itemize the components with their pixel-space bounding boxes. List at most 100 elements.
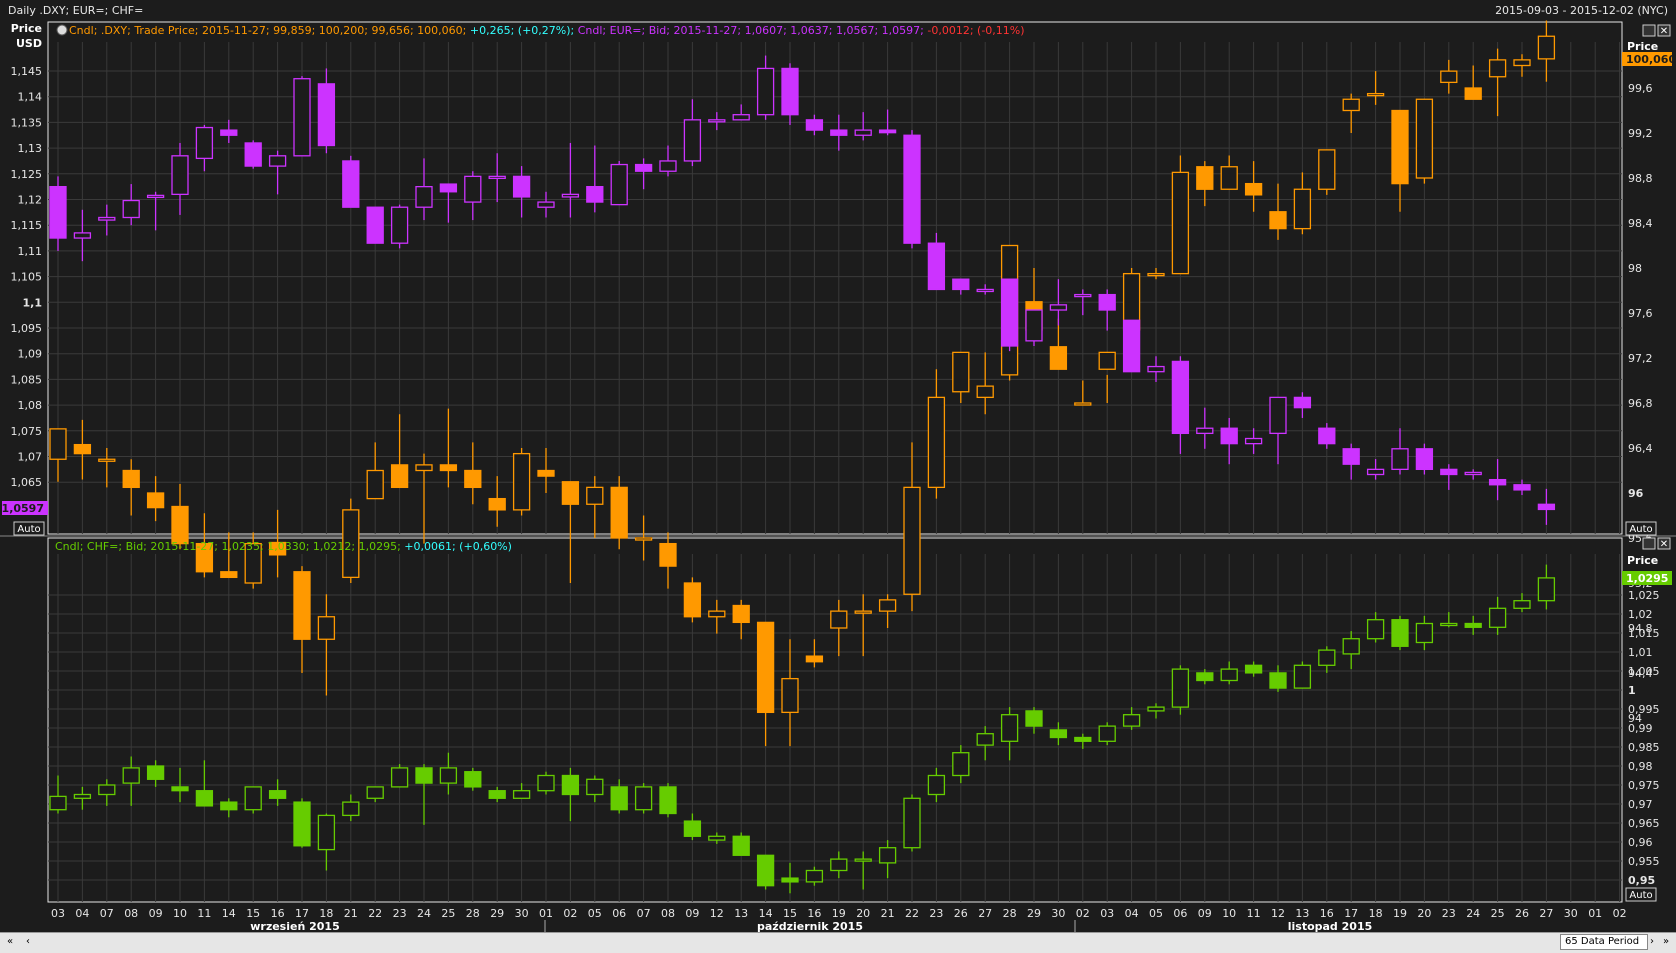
dxy-candle (854, 610, 872, 614)
scroll-left-double-icon[interactable]: « (2, 935, 18, 949)
x-tick-label: 28 (466, 907, 480, 920)
eur-candle (952, 278, 970, 291)
x-tick-label: 25 (1491, 907, 1505, 920)
right-tick-label: 1,005 (1628, 665, 1660, 678)
dxy-candle (830, 610, 848, 629)
right-tick-label: 99,6 (1628, 82, 1653, 95)
eur-candle (146, 194, 165, 199)
panel2-maximize-icon (1642, 537, 1656, 550)
eur-candle (781, 67, 799, 116)
x-tick-label: 11 (197, 907, 211, 920)
dxy-candle (1342, 98, 1360, 112)
left-axis-unit: USD (16, 37, 42, 50)
dxy-candle (1366, 92, 1385, 97)
price-panel-frame (47, 21, 1623, 535)
dxy-candle (146, 492, 165, 509)
eur-candle (122, 199, 140, 219)
right-tick-label: 0,95 (1628, 874, 1655, 887)
scroll-right-double-icon[interactable]: » (1658, 935, 1674, 949)
chf-candle (756, 854, 775, 887)
dxy-candle (49, 428, 67, 460)
dxy-candle (439, 464, 458, 472)
left-tick-label: 1,125 (11, 168, 43, 181)
x-tick-label: 10 (1222, 907, 1236, 920)
x-tick-label: 23 (393, 907, 407, 920)
x-tick-label: 06 (612, 907, 626, 920)
dxy-candle (122, 469, 140, 489)
eur-candle (1342, 448, 1360, 465)
eur-candle (1537, 503, 1556, 511)
eur-candle (659, 160, 677, 172)
dxy-candle (220, 571, 238, 579)
eur-candle (561, 193, 580, 198)
eur-candle (488, 175, 506, 180)
eur-candle (464, 175, 482, 203)
chf-candle (854, 858, 872, 862)
eur-candle (927, 242, 946, 291)
chf-candle (561, 774, 580, 796)
right-tick-label: 0,955 (1628, 855, 1660, 868)
left-tick-label: 1,075 (11, 425, 43, 438)
x-tick-label: 03 (1100, 907, 1114, 920)
chf-candle (1342, 638, 1360, 655)
eur-candle (1147, 365, 1165, 373)
eur-candle (98, 216, 116, 221)
legend-entry: Cndl; .DXY; Trade Price; 2015-11-27; 99,… (69, 24, 466, 37)
right-tick-label: 0,985 (1628, 741, 1660, 754)
chf-candle (1269, 672, 1287, 689)
eur-candle (1366, 468, 1385, 476)
dxy-candle (488, 497, 506, 511)
eur-candle (976, 288, 994, 293)
eur-candle (708, 119, 726, 123)
left-tick-label: 1,12 (18, 194, 43, 207)
x-tick-label: 10 (173, 907, 187, 920)
chf-candle (683, 820, 702, 837)
x-tick-label: 09 (685, 907, 699, 920)
x-tick-label: 14 (222, 907, 236, 920)
chf-candle (1537, 577, 1556, 602)
x-tick-label: 08 (124, 907, 138, 920)
x-tick-label: 21 (881, 907, 895, 920)
eur-candle (1074, 293, 1092, 298)
right-tick-label: 0,975 (1628, 779, 1660, 792)
x-tick-label: 23 (929, 907, 943, 920)
chf-candle (415, 767, 433, 784)
right-tick-label: 0,97 (1628, 798, 1653, 811)
eur-candle (1171, 360, 1190, 435)
auto-left-button-label: Auto (17, 524, 40, 535)
chart-canvas[interactable]: 1,1451,141,1351,131,1251,121,1151,111,10… (0, 0, 1676, 952)
x-tick-label: 02 (563, 907, 577, 920)
dxy-candle (1196, 166, 1214, 190)
chf-candle (488, 790, 506, 799)
chart-icon (56, 24, 68, 36)
scrollbar[interactable] (0, 932, 1676, 953)
panel2-close-glyph: ✕ (1660, 539, 1668, 550)
chf-candle (73, 793, 92, 799)
chf-candle (1293, 664, 1312, 689)
dxy-candle (781, 677, 799, 714)
panel1-maximize-icon (1642, 24, 1656, 37)
x-tick-label: 17 (295, 907, 309, 920)
eur-candle (1122, 319, 1141, 373)
data-period-box[interactable]: 65 Data Period (1560, 934, 1648, 950)
eur-candle (1488, 478, 1507, 486)
x-tick-label: 30 (1564, 907, 1578, 920)
eur-candle (903, 134, 921, 244)
x-tick-label: 05 (1149, 907, 1163, 920)
right-tick-label: 96 (1628, 487, 1644, 500)
chf-candle (512, 790, 531, 799)
x-tick-label: 08 (661, 907, 675, 920)
chf-candle (1366, 619, 1385, 640)
dxy-candle (366, 469, 384, 500)
right-price-badge-text: 100,060 (1626, 53, 1676, 66)
dxy-candle (1415, 98, 1434, 179)
legend-text: Cndl; CHF=; Bid; 2015-11-27; 1,0235; 1,0… (55, 540, 512, 553)
dxy-candle (1513, 59, 1531, 67)
dxy-candle (756, 621, 775, 714)
right-tick-label: 98,4 (1628, 217, 1653, 230)
scroll-left-icon[interactable]: ‹ (20, 935, 36, 949)
legend-text: Cndl; .DXY; Trade Price; 2015-11-27; 99,… (69, 24, 1025, 37)
chf-candle (805, 869, 824, 883)
panel1-close-glyph: ✕ (1660, 26, 1668, 37)
eur-candle (854, 129, 872, 136)
